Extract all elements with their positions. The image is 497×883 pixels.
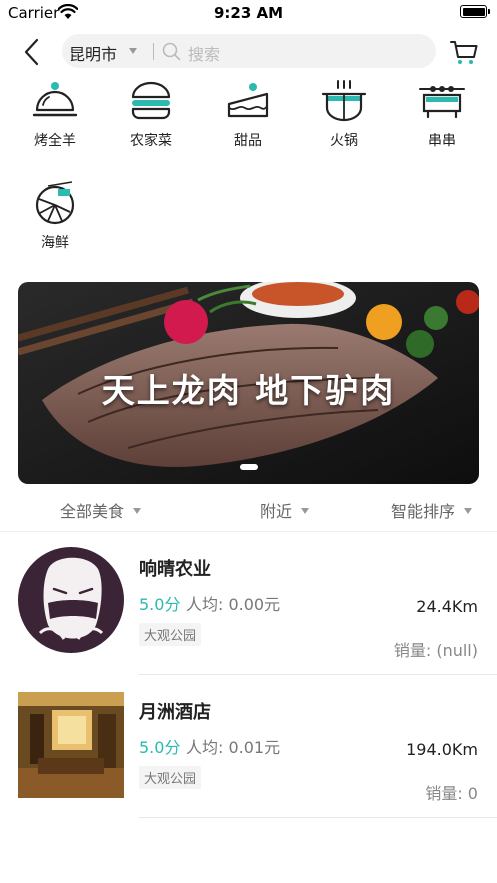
battery-icon bbox=[460, 5, 490, 18]
shop-sales: 销量: (null) bbox=[393, 641, 478, 660]
category-seafood[interactable]: 海鲜 bbox=[20, 180, 90, 260]
list-item[interactable]: 响晴农业 5.0分 人均: 0.00元 大观公园 24.4Km 销量: (nul… bbox=[0, 535, 497, 675]
burger-icon bbox=[131, 81, 171, 120]
list-item[interactable]: 月洲酒店 5.0分 人均: 0.01元 大观公园 194.0Km 销量: 0 bbox=[0, 678, 497, 818]
banner-page-indicator bbox=[240, 464, 258, 470]
shop-average-price: 人均: 0.00元 bbox=[186, 595, 281, 614]
shop-area-tag: 大观公园 bbox=[139, 766, 202, 789]
cart-button[interactable] bbox=[448, 36, 480, 68]
nav-bar: 昆明市 搜索 bbox=[0, 30, 497, 74]
cloche-icon bbox=[32, 82, 78, 117]
banner-slogan: 天上龙肉 地下驴肉 bbox=[101, 371, 396, 410]
shop-rating: 5.0分 bbox=[139, 595, 181, 614]
back-button[interactable] bbox=[18, 36, 46, 68]
search-bar[interactable]: 昆明市 搜索 bbox=[62, 34, 436, 68]
shop-area-tag: 大观公园 bbox=[139, 623, 202, 646]
shop-photo bbox=[18, 692, 124, 798]
shop-sales: 销量: 0 bbox=[425, 784, 478, 803]
chevron-down-icon bbox=[464, 508, 473, 514]
promo-banner[interactable]: 天上龙肉 地下驴肉 bbox=[18, 282, 479, 484]
search-icon bbox=[162, 42, 181, 61]
skewer-icon bbox=[419, 86, 465, 119]
city-selector[interactable]: 昆明市 bbox=[69, 41, 117, 65]
shop-avatar bbox=[18, 547, 124, 653]
hotpot-icon bbox=[321, 80, 367, 122]
filter-bar: 全部美食 附近 智能排序 bbox=[0, 492, 497, 532]
list-divider bbox=[139, 674, 497, 675]
category-farm-dishes[interactable]: 农家菜 bbox=[116, 78, 186, 158]
category-desserts[interactable]: 甜品 bbox=[213, 78, 283, 158]
status-bar: Carrier 9:23 AM bbox=[0, 0, 497, 26]
category-hotpot[interactable]: 火锅 bbox=[309, 78, 379, 158]
shop-average-price: 人均: 0.01元 bbox=[186, 738, 281, 757]
category-label: 海鲜 bbox=[41, 235, 69, 251]
search-input[interactable]: 搜索 bbox=[188, 41, 220, 65]
shrimp-icon bbox=[35, 181, 75, 225]
search-divider bbox=[153, 43, 154, 60]
category-label: 串串 bbox=[428, 133, 456, 149]
shop-distance: 194.0Km bbox=[406, 740, 478, 759]
filter-nearby[interactable]: 附近 bbox=[260, 498, 310, 522]
category-label: 火锅 bbox=[330, 133, 358, 149]
shop-distance: 24.4Km bbox=[416, 597, 478, 616]
chevron-down-icon bbox=[301, 508, 310, 514]
category-label: 农家菜 bbox=[130, 133, 172, 149]
list-divider bbox=[139, 817, 497, 818]
category-label: 烤全羊 bbox=[34, 133, 76, 149]
category-label: 甜品 bbox=[234, 133, 262, 149]
filter-all-food[interactable]: 全部美食 bbox=[60, 498, 142, 522]
chevron-down-icon bbox=[129, 48, 137, 54]
cake-icon bbox=[227, 83, 269, 118]
shop-rating: 5.0分 bbox=[139, 738, 181, 757]
filter-smart-sort[interactable]: 智能排序 bbox=[391, 498, 473, 522]
status-time: 9:23 AM bbox=[213, 4, 284, 22]
category-skewers[interactable]: 串串 bbox=[407, 78, 477, 158]
chevron-down-icon bbox=[133, 508, 142, 514]
category-roast-lamb[interactable]: 烤全羊 bbox=[20, 78, 90, 158]
shop-name: 月洲酒店 bbox=[139, 702, 211, 723]
shop-name: 响晴农业 bbox=[139, 559, 211, 580]
